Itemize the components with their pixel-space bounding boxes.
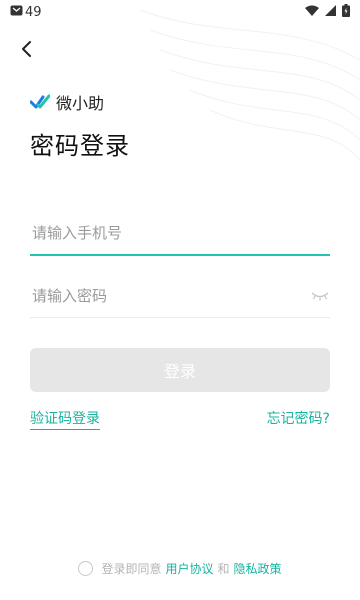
notification-icon (10, 5, 23, 20)
phone-input[interactable] (30, 223, 330, 243)
brand-check-icon (30, 94, 50, 109)
forgot-password-link[interactable]: 忘记密码? (267, 408, 330, 428)
user-agreement-link[interactable]: 用户协议 (165, 560, 213, 577)
back-arrow-icon (22, 41, 31, 57)
page-title: 密码登录 (30, 132, 130, 160)
background-decoration (139, 9, 360, 161)
eye-closed-icon[interactable] (310, 289, 330, 303)
status-time: 49 (25, 4, 42, 20)
agreement-and: 和 (217, 562, 230, 576)
status-left: 49 (10, 5, 42, 20)
phone-field[interactable] (30, 212, 330, 256)
password-input[interactable] (30, 285, 310, 306)
privacy-policy-link[interactable]: 隐私政策 (234, 560, 282, 577)
sms-login-link[interactable]: 验证码登录 (30, 408, 100, 430)
brand-name: 微小助 (56, 94, 105, 113)
status-bar: 49 (0, 0, 360, 24)
agreement-prefix: 登录即同意 (101, 562, 162, 576)
brand: 微小助 (30, 90, 104, 114)
wifi-icon (305, 5, 319, 20)
back-button[interactable] (14, 37, 38, 61)
password-field[interactable] (30, 274, 330, 318)
agreement-row: 登录即同意 用户协议 和 隐私政策 (0, 560, 360, 577)
agreement-radio[interactable] (78, 561, 94, 576)
login-button[interactable]: 登录 (30, 348, 330, 392)
battery-icon (342, 3, 350, 21)
signal-icon (325, 4, 336, 20)
status-right (305, 3, 350, 21)
